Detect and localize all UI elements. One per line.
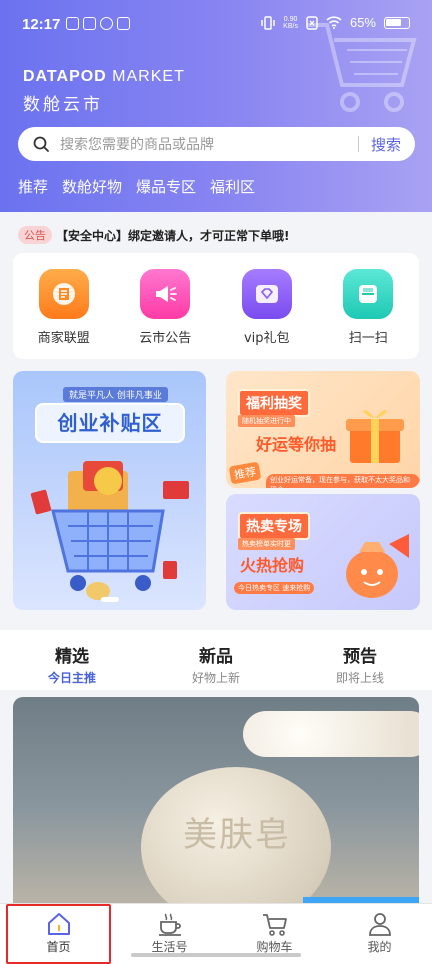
banner-lottery-subtitle: 随机抽奖进行中 xyxy=(238,415,295,427)
sim-icon xyxy=(306,15,318,30)
quick-label: 扫一扫 xyxy=(348,331,388,346)
quick-merchant-alliance[interactable]: 商家联盟 xyxy=(24,269,104,359)
notification-app-icon xyxy=(83,17,96,30)
quick-announcement[interactable]: 云市公告 xyxy=(125,269,205,359)
tab-title: 精选 xyxy=(55,647,89,667)
gesture-bar xyxy=(131,953,301,957)
brand-logo: DATAPOD MARKET 数舱云市 xyxy=(23,68,185,115)
lucky-bag-illustration xyxy=(346,534,409,598)
gift-box-illustration xyxy=(346,410,404,463)
tab-subtitle: 即将上线 xyxy=(335,671,384,685)
category-nav: 推荐 数舱好物 爆品专区 福利区 xyxy=(18,176,255,197)
banner-lottery-corner: 推荐 xyxy=(228,461,262,485)
tab-featured[interactable]: 精选 今日主推 xyxy=(0,630,144,690)
search-button[interactable]: 搜索 xyxy=(371,134,401,155)
user-icon xyxy=(368,913,391,936)
scan-icon xyxy=(343,269,394,319)
banner-lottery-footer: 创业好运常备，现在参与，获取不太大奖品和现金 xyxy=(266,474,420,488)
battery-text: 65% xyxy=(349,15,376,30)
notification-app-icon xyxy=(117,17,130,30)
banner-hot-footer: 今日热卖专区 速来抢购 xyxy=(234,582,315,594)
banner-hot-slogan: 火热抢购 xyxy=(240,556,305,575)
tab-title: 预告 xyxy=(343,647,377,667)
banner-startup-subsidy[interactable]: 就是平凡人 创非凡事业 创业补贴区 xyxy=(13,371,206,610)
battery-icon xyxy=(384,16,410,29)
net-speed: 0.90 KB/s xyxy=(283,15,298,30)
cart-icon xyxy=(262,914,287,936)
banner-hot-subtitle: 热卖榜单实时更 xyxy=(238,538,295,550)
search-input[interactable]: 搜索您需要的商品或品牌 xyxy=(60,134,358,154)
tab-subtitle: 好物上新 xyxy=(191,671,240,685)
shopping-cart-illustration xyxy=(30,461,189,600)
nav-label: 我的 xyxy=(367,940,392,954)
megaphone-icon xyxy=(140,269,191,319)
quick-scan[interactable]: 扫一扫 xyxy=(328,269,408,359)
product-card[interactable]: 美肤皂 xyxy=(13,697,419,903)
status-bar: 12:17 0.90 KB/s 65% xyxy=(0,0,432,50)
notice-text: 【安全中心】绑定邀请人，才可正常下单哦! xyxy=(56,228,290,243)
search-bar[interactable]: 搜索您需要的商品或品牌 搜索 xyxy=(18,127,415,161)
search-divider xyxy=(357,136,359,152)
merchant-icon xyxy=(38,269,89,319)
tab-new[interactable]: 新品 好物上新 xyxy=(144,630,288,690)
banner-lottery-slogan: 好运等你抽 xyxy=(256,435,337,454)
foam-image xyxy=(243,711,419,757)
vibrate-icon xyxy=(261,15,275,30)
brand-name-cn: 数舱云市 xyxy=(23,95,103,115)
banner-lottery-title: 福利抽奖 xyxy=(238,389,310,417)
banner-title: 创业补贴区 xyxy=(35,403,185,443)
content-tabs: 精选 今日主推 新品 好物上新 预告 即将上线 xyxy=(0,630,432,690)
nav-label: 首页 xyxy=(46,940,71,954)
quick-label: vip礼包 xyxy=(243,331,290,346)
status-time: 12:17 xyxy=(22,16,61,33)
nav-home[interactable]: 首页 xyxy=(6,904,111,964)
soap-engraving: 美肤皂 xyxy=(183,815,291,855)
banner-hot-title: 热卖专场 xyxy=(238,512,310,540)
notice-tag: 公告 xyxy=(18,226,52,244)
tab-preview[interactable]: 预告 即将上线 xyxy=(288,630,432,690)
coffee-cup-icon xyxy=(158,913,181,936)
wifi-icon xyxy=(326,16,342,29)
brand-name-en: DATAPOD MARKET xyxy=(23,68,185,85)
category-tab-recommend[interactable]: 推荐 xyxy=(18,176,48,197)
carousel-indicator xyxy=(101,597,119,602)
notification-app-icon xyxy=(66,17,79,30)
banner-lottery[interactable]: 福利抽奖 随机抽奖进行中 好运等你抽 创业好运常备，现在参与，获取不太大奖品和现… xyxy=(226,371,420,488)
category-tab-welfare[interactable]: 福利区 xyxy=(210,176,255,197)
banner-hot-sale[interactable]: 热卖专场 热卖榜单实时更 火热抢购 今日热卖专区 速来抢购 xyxy=(226,494,420,610)
home-icon xyxy=(47,913,70,935)
notice-bar[interactable]: 公告 【安全中心】绑定邀请人，才可正常下单哦! xyxy=(18,226,289,244)
category-tab-hot[interactable]: 爆品专区 xyxy=(136,176,196,197)
tab-subtitle: 今日主推 xyxy=(47,671,96,685)
tab-title: 新品 xyxy=(199,647,233,667)
quick-actions: 商家联盟 云市公告 vip礼包 扫一扫 xyxy=(13,253,419,359)
status-right: 0.90 KB/s 65% xyxy=(261,15,410,30)
diamond-icon xyxy=(241,269,292,319)
quick-label: 云市公告 xyxy=(139,331,192,346)
quick-label: 商家联盟 xyxy=(37,331,90,346)
search-icon xyxy=(33,136,49,152)
quick-vip-gift[interactable]: vip礼包 xyxy=(227,269,307,359)
banner-subtitle: 就是平凡人 创非凡事业 xyxy=(63,387,168,402)
category-tab-goods[interactable]: 数舱好物 xyxy=(62,176,122,197)
notification-icons xyxy=(66,17,130,30)
nav-mine[interactable]: 我的 xyxy=(327,904,432,964)
notification-app-icon xyxy=(100,17,113,30)
